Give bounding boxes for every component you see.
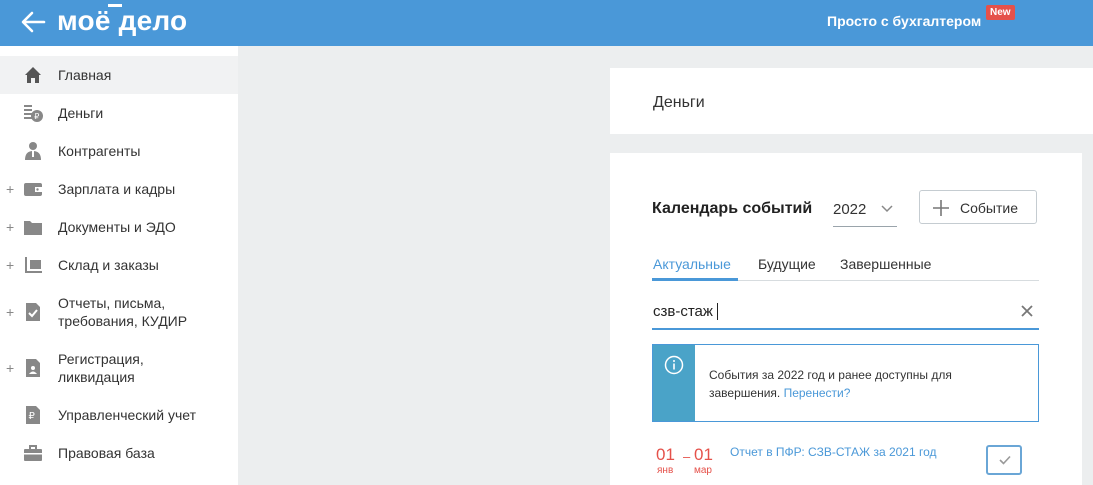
calendar-title: Календарь событий — [652, 200, 813, 217]
new-badge: New — [986, 5, 1015, 20]
tab-current[interactable]: Актуальные — [653, 256, 731, 272]
warehouse-icon — [25, 257, 42, 273]
info-banner-side — [653, 345, 695, 421]
year-value: 2022 — [833, 201, 867, 218]
home-icon — [25, 67, 41, 83]
sidebar: Главная ₽ Деньги Контрагенты + Зарплата … — [0, 46, 238, 485]
logo[interactable]: моё дело — [57, 3, 187, 39]
sidebar-item-warehouse[interactable]: + Склад и заказы — [0, 246, 238, 284]
sidebar-item-label: Управленческий учет — [58, 407, 196, 423]
registration-icon — [26, 359, 40, 377]
accountant-link[interactable]: Просто с бухгалтером — [827, 13, 981, 29]
sidebar-item-home[interactable]: Главная — [0, 56, 238, 94]
sidebar-item-contractors[interactable]: Контрагенты — [0, 132, 238, 170]
briefcase-icon — [24, 445, 42, 461]
reschedule-link[interactable]: Перенести? — [784, 386, 851, 400]
wallet-icon — [24, 183, 42, 196]
sidebar-item-label: Документы и ЭДО — [58, 219, 176, 235]
event-end-month: мар — [694, 465, 712, 476]
sidebar-item-label: Зарплата и кадры — [58, 181, 176, 197]
add-event-label: Событие — [960, 200, 1018, 216]
expand-plus-icon[interactable]: + — [6, 258, 14, 272]
sidebar-item-registration[interactable]: + Регистрация, ликвидация — [0, 340, 238, 396]
sidebar-item-documents[interactable]: + Документы и ЭДО — [0, 208, 238, 246]
svg-text:₽: ₽ — [34, 112, 39, 121]
event-start-month: янв — [657, 465, 674, 476]
expand-plus-icon[interactable]: + — [6, 182, 14, 196]
sidebar-item-label: Склад и заказы — [58, 257, 159, 273]
contractor-icon — [25, 142, 41, 160]
event-title-link[interactable]: Отчет в ПФР: СЗВ-СТАЖ за 2021 год — [730, 445, 937, 459]
top-bar: моё дело Просто с бухгалтером New — [0, 0, 1093, 46]
close-icon[interactable] — [1020, 304, 1034, 318]
search-input[interactable]: сзв-стаж — [652, 300, 1039, 330]
sidebar-item-label: Главная — [58, 67, 112, 83]
back-arrow-icon[interactable] — [20, 10, 46, 34]
check-icon — [999, 455, 1011, 465]
sidebar-item-label: Отчеты, письма, требования, КУДИР — [58, 295, 188, 329]
event-start-day: 01 — [656, 445, 675, 464]
sidebar-item-legal[interactable]: Правовая база — [0, 434, 238, 472]
info-text: События за 2022 год и ранее доступны для… — [709, 366, 1009, 402]
chevron-down-icon — [881, 205, 893, 213]
expand-plus-icon[interactable]: + — [6, 361, 14, 375]
svg-text:₽: ₽ — [29, 411, 36, 422]
event-date-dash: – — [683, 449, 691, 464]
report-icon — [26, 303, 40, 321]
text-caret — [717, 303, 718, 320]
sidebar-item-salary[interactable]: + Зарплата и кадры — [0, 170, 238, 208]
sidebar-item-label: Контрагенты — [58, 143, 141, 159]
sidebar-item-reports[interactable]: + Отчеты, письма, требования, КУДИР — [0, 284, 238, 340]
money-icon: ₽ — [24, 105, 43, 122]
sidebar-item-label: Правовая база — [58, 445, 155, 461]
page-title: Деньги — [653, 94, 705, 111]
event-end-day: 01 — [694, 445, 713, 464]
info-icon — [664, 355, 684, 375]
expand-plus-icon[interactable]: + — [6, 305, 14, 319]
year-select[interactable]: 2022 — [833, 199, 897, 227]
sidebar-item-label: Регистрация, ликвидация — [58, 351, 144, 385]
tab-completed[interactable]: Завершенные — [840, 256, 931, 272]
plus-icon — [933, 200, 949, 216]
tab-future[interactable]: Будущие — [758, 256, 816, 272]
sidebar-item-money[interactable]: ₽ Деньги — [0, 94, 238, 132]
expand-plus-icon[interactable]: + — [6, 220, 14, 234]
sidebar-item-label: Деньги — [58, 105, 104, 121]
ruble-doc-icon: ₽ — [26, 406, 40, 424]
sidebar-item-management[interactable]: ₽ Управленческий учет — [0, 396, 238, 434]
logo-macron — [108, 4, 122, 7]
search-value: сзв-стаж — [653, 303, 713, 320]
folder-icon — [24, 221, 42, 235]
info-banner: События за 2022 год и ранее доступны для… — [652, 344, 1039, 422]
add-event-button[interactable]: Событие — [919, 190, 1037, 224]
complete-event-button[interactable] — [986, 445, 1022, 475]
active-tab-indicator — [652, 278, 738, 281]
